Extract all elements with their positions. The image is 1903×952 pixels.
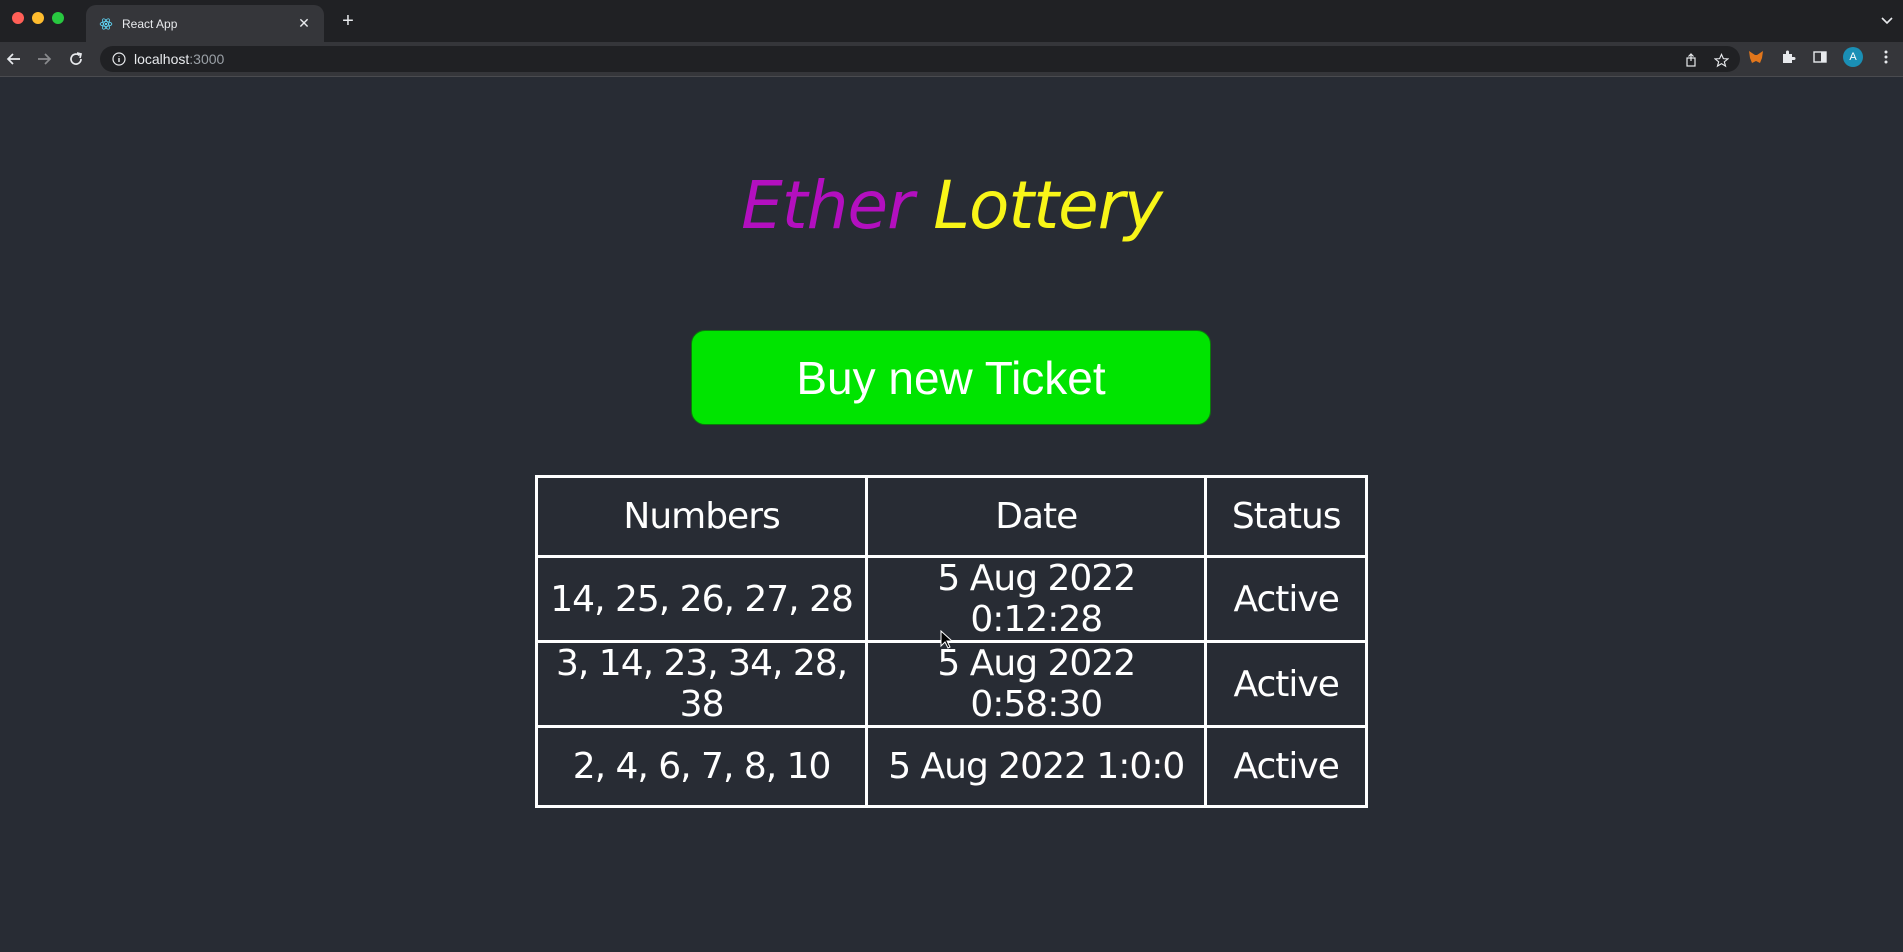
cell-status: Active bbox=[1204, 640, 1368, 728]
title-ether: Ether bbox=[741, 167, 914, 244]
app-page: Ether Lottery Buy new Ticket Numbers Dat… bbox=[0, 77, 1903, 952]
page-title: Ether Lottery bbox=[0, 167, 1903, 244]
window-maximize-button[interactable] bbox=[52, 12, 64, 24]
info-icon[interactable] bbox=[112, 52, 126, 66]
table-header-row: Numbers Date Status bbox=[534, 475, 1368, 558]
url-host: localhost bbox=[134, 51, 190, 67]
url-port: :3000 bbox=[189, 51, 225, 67]
reload-icon[interactable] bbox=[66, 49, 86, 69]
address-bar[interactable]: localhost:3000 bbox=[100, 46, 1740, 72]
table-row: 2, 4, 6, 7, 8, 10 5 Aug 2022 1:0:0 Activ… bbox=[534, 725, 1368, 808]
cell-date: 5 Aug 2022 0:12:28 bbox=[865, 555, 1208, 643]
more-menu-icon[interactable] bbox=[1877, 48, 1895, 66]
table-row: 14, 25, 26, 27, 28 5 Aug 2022 0:12:28 Ac… bbox=[534, 555, 1368, 643]
tab-title: React App bbox=[122, 16, 178, 31]
cell-numbers: 3, 14, 23, 34, 28, 38 bbox=[534, 640, 869, 728]
browser-toolbar: localhost:3000 A bbox=[0, 42, 1903, 77]
side-panel-icon[interactable] bbox=[1811, 48, 1829, 66]
metamask-icon[interactable] bbox=[1747, 48, 1765, 66]
header-numbers: Numbers bbox=[534, 475, 869, 558]
browser-tab[interactable]: React App ✕ bbox=[86, 5, 324, 42]
cell-date: 5 Aug 2022 0:58:30 bbox=[865, 640, 1208, 728]
star-icon[interactable] bbox=[1712, 51, 1730, 69]
back-icon[interactable] bbox=[4, 49, 24, 69]
title-lottery: Lottery bbox=[933, 167, 1163, 244]
browser-tab-strip: React App ✕ + bbox=[0, 0, 1903, 42]
header-date: Date bbox=[865, 475, 1208, 558]
buy-ticket-button[interactable]: Buy new Ticket bbox=[691, 330, 1211, 425]
chevron-down-icon[interactable] bbox=[1879, 12, 1895, 28]
header-status: Status bbox=[1204, 475, 1368, 558]
window-close-button[interactable] bbox=[12, 12, 24, 24]
new-tab-button[interactable]: + bbox=[337, 10, 359, 32]
avatar[interactable]: A bbox=[1843, 47, 1863, 67]
react-icon bbox=[98, 16, 114, 32]
mouse-cursor-icon bbox=[940, 629, 954, 650]
extensions-icon[interactable] bbox=[1779, 48, 1797, 66]
cell-status: Active bbox=[1204, 725, 1368, 808]
cell-numbers: 2, 4, 6, 7, 8, 10 bbox=[534, 725, 869, 808]
cell-date: 5 Aug 2022 1:0:0 bbox=[865, 725, 1208, 808]
table-row: 3, 14, 23, 34, 28, 38 5 Aug 2022 0:58:30… bbox=[534, 640, 1368, 728]
forward-icon[interactable] bbox=[34, 49, 54, 69]
close-icon[interactable]: ✕ bbox=[296, 15, 312, 32]
share-icon[interactable] bbox=[1682, 51, 1700, 69]
window-minimize-button[interactable] bbox=[32, 12, 44, 24]
cell-numbers: 14, 25, 26, 27, 28 bbox=[534, 555, 869, 643]
cell-status: Active bbox=[1204, 555, 1368, 643]
